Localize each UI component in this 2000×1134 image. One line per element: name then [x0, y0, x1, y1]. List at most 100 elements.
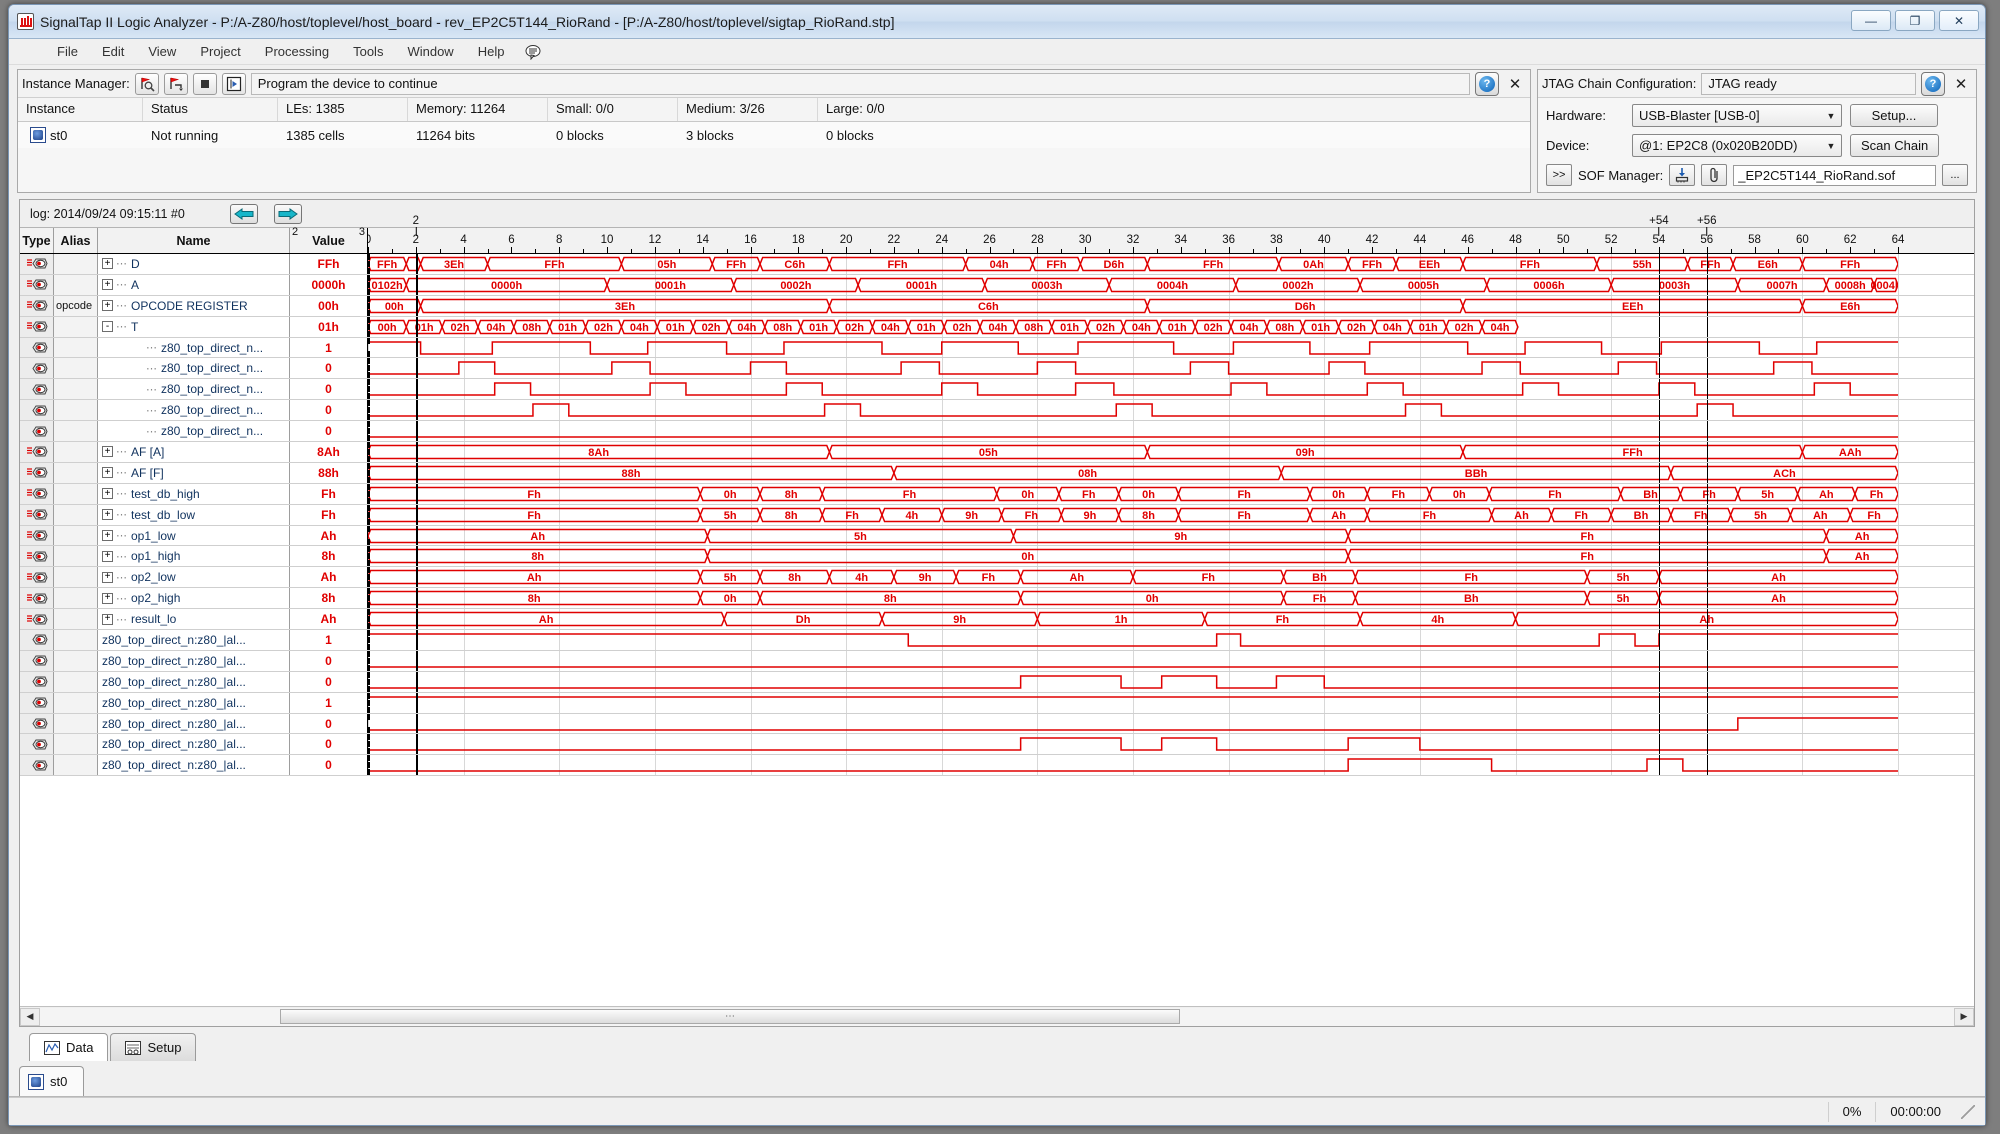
signal-type-cell[interactable]: [20, 400, 54, 421]
cursor-line[interactable]: [415, 316, 418, 337]
cursor-line[interactable]: [1706, 692, 1708, 713]
tree-expander-icon[interactable]: +: [102, 613, 113, 625]
signal-row[interactable]: + ⋯ op1_low Ah Ah 5h 9h Fh Ah: [20, 525, 1974, 547]
cursor-line[interactable]: [415, 650, 418, 671]
cursor-line[interactable]: [1706, 316, 1708, 337]
cursor-line[interactable]: [415, 504, 418, 525]
maximize-button[interactable]: ❐: [1895, 10, 1935, 31]
setup-button[interactable]: Setup...: [1850, 104, 1938, 127]
signal-waveform-cell[interactable]: 88h 08h BBh ACh: [368, 462, 1974, 483]
cursor-line[interactable]: [1658, 358, 1660, 379]
cursor-line[interactable]: [415, 254, 418, 274]
scroll-left-arrow[interactable]: ◀: [20, 1007, 40, 1026]
signal-name-cell[interactable]: z80_top_direct_n:z80_|al...: [98, 692, 290, 713]
signal-type-cell[interactable]: [20, 630, 54, 650]
cursor-line[interactable]: [1706, 734, 1708, 755]
signal-waveform-cell[interactable]: [368, 755, 1974, 776]
cursor-line[interactable]: [1658, 567, 1660, 588]
tab-data[interactable]: Data: [29, 1033, 109, 1061]
signal-type-cell[interactable]: [20, 483, 54, 504]
cursor-line[interactable]: [1706, 400, 1708, 421]
signal-name-cell[interactable]: + ⋯ D: [98, 254, 290, 274]
signal-waveform-cell[interactable]: [368, 358, 1974, 379]
signal-alias-cell[interactable]: opcode: [54, 295, 98, 316]
signal-name-cell[interactable]: ⋯ z80_top_direct_n...: [98, 358, 290, 379]
signal-type-cell[interactable]: [20, 316, 54, 337]
scroll-thumb[interactable]: ⋯: [280, 1008, 1180, 1024]
signal-name-cell[interactable]: ⋯ z80_top_direct_n...: [98, 421, 290, 442]
signal-name-cell[interactable]: + ⋯ op1_low: [98, 525, 290, 546]
cursor-line[interactable]: [415, 546, 418, 567]
cursor-line[interactable]: [1658, 337, 1660, 358]
signal-waveform-cell[interactable]: FFh 3Eh FFh 05h FFh C6h FFh 04h FFh D6h FFh 0Ah FFh E…: [368, 254, 1974, 274]
cursor-line[interactable]: [1706, 337, 1708, 358]
cursor-line[interactable]: [1706, 630, 1708, 650]
cursor-line[interactable]: [1658, 462, 1660, 483]
signal-alias-cell[interactable]: [54, 546, 98, 567]
signal-type-cell[interactable]: [20, 295, 54, 316]
signal-alias-cell[interactable]: [54, 442, 98, 462]
signal-row[interactable]: + ⋯ test_db_high Fh Fh 0h 8h Fh 0h Fh 0h Fh 0h Fh 0h Fh…: [20, 483, 1974, 505]
signal-name-cell[interactable]: ⋯ z80_top_direct_n...: [98, 379, 290, 400]
signal-alias-cell[interactable]: [54, 567, 98, 588]
signal-alias-cell[interactable]: [54, 358, 98, 379]
signal-alias-cell[interactable]: [54, 379, 98, 400]
tree-expander-icon[interactable]: +: [102, 488, 113, 500]
signal-row[interactable]: - ⋯ T 01h 00h 01h 02h 04h 08h 01h 02h 04h 01h 02h 04h 0…: [20, 316, 1974, 338]
signal-row[interactable]: + ⋯ D FFh FFh 3Eh FFh 05h FFh C6h FFh 04h FFh D6h FFh 0…: [20, 254, 1974, 275]
cursor-line[interactable]: [1706, 358, 1708, 379]
cursor-line[interactable]: [415, 609, 418, 630]
signal-alias-cell[interactable]: [54, 671, 98, 692]
signal-alias-cell[interactable]: [54, 421, 98, 442]
cursor-line[interactable]: [415, 400, 418, 421]
cursor-line[interactable]: [1706, 546, 1708, 567]
tree-expander-icon[interactable]: +: [102, 530, 113, 542]
cursor-line[interactable]: [1658, 483, 1660, 504]
tree-expander-icon[interactable]: +: [102, 550, 113, 562]
tree-expander-icon[interactable]: +: [102, 258, 113, 270]
cursor-line[interactable]: [415, 274, 418, 295]
cursor-line[interactable]: [1706, 295, 1708, 316]
signal-name-cell[interactable]: z80_top_direct_n:z80_|al...: [98, 650, 290, 671]
signal-type-cell[interactable]: [20, 650, 54, 671]
signal-type-cell[interactable]: [20, 358, 54, 379]
previous-log-button[interactable]: [230, 203, 258, 224]
signal-alias-cell[interactable]: [54, 483, 98, 504]
tree-expander-icon[interactable]: -: [102, 321, 113, 333]
cursor-line[interactable]: [1658, 379, 1660, 400]
cursor-line[interactable]: [1706, 274, 1708, 295]
cursor-line[interactable]: [415, 483, 418, 504]
program-sof-icon[interactable]: [1669, 164, 1696, 186]
cursor-line[interactable]: [415, 462, 418, 483]
menu-view[interactable]: View: [136, 41, 188, 62]
signal-waveform-cell[interactable]: Ah 5h 8h 4h 9h Fh Ah Fh Bh Fh 5h Ah: [368, 567, 1974, 588]
device-select[interactable]: @1: EP2C8 (0x020B20DD) ▼: [1632, 134, 1842, 157]
scroll-track[interactable]: ⋯: [40, 1007, 1954, 1026]
signal-waveform-cell[interactable]: [368, 671, 1974, 692]
tree-expander-icon[interactable]: +: [102, 592, 113, 604]
header-name[interactable]: Name: [98, 228, 290, 253]
signal-type-cell[interactable]: [20, 504, 54, 525]
signal-waveform-cell[interactable]: Fh 5h 8h Fh 4h 9h Fh 9h 8h Fh Ah Fh Ah Fh Bh Fh 5h Ah Fh: [368, 504, 1974, 525]
signal-waveform-cell[interactable]: [368, 734, 1974, 755]
signal-name-cell[interactable]: + ⋯ result_lo: [98, 609, 290, 630]
header-value[interactable]: 2 Value 3: [290, 226, 368, 253]
signal-waveform-cell[interactable]: AhDh9h1hFh4hAh: [368, 609, 1974, 630]
signal-alias-cell[interactable]: [54, 734, 98, 755]
signal-row[interactable]: z80_top_direct_n:z80_|al... 0: [20, 671, 1974, 693]
instance-manager-close-icon[interactable]: ✕: [1504, 73, 1526, 95]
menu-window[interactable]: Window: [395, 41, 465, 62]
instance-help-button[interactable]: ?: [1475, 71, 1499, 96]
signal-name-cell[interactable]: + ⋯ test_db_low: [98, 504, 290, 525]
cursor-line[interactable]: [1706, 650, 1708, 671]
cursor-line[interactable]: [1658, 630, 1660, 650]
cursor-line[interactable]: [1658, 671, 1660, 692]
signal-alias-cell[interactable]: [54, 525, 98, 546]
signal-row[interactable]: + ⋯ AF [F] 88h 88h 08h BBh ACh: [20, 462, 1974, 484]
signal-row[interactable]: + ⋯ op2_low Ah Ah 5h 8h 4h 9h Fh Ah Fh Bh Fh 5h Ah: [20, 567, 1974, 589]
signal-row[interactable]: + ⋯ AF [A] 8Ah 8Ah 05h 09h FFh AAh: [20, 442, 1974, 463]
tree-expander-icon[interactable]: +: [102, 446, 113, 458]
signal-row[interactable]: ⋯ z80_top_direct_n... 0: [20, 358, 1974, 380]
cursor-line[interactable]: [1706, 713, 1708, 734]
resize-grip[interactable]: [1961, 1104, 1975, 1119]
